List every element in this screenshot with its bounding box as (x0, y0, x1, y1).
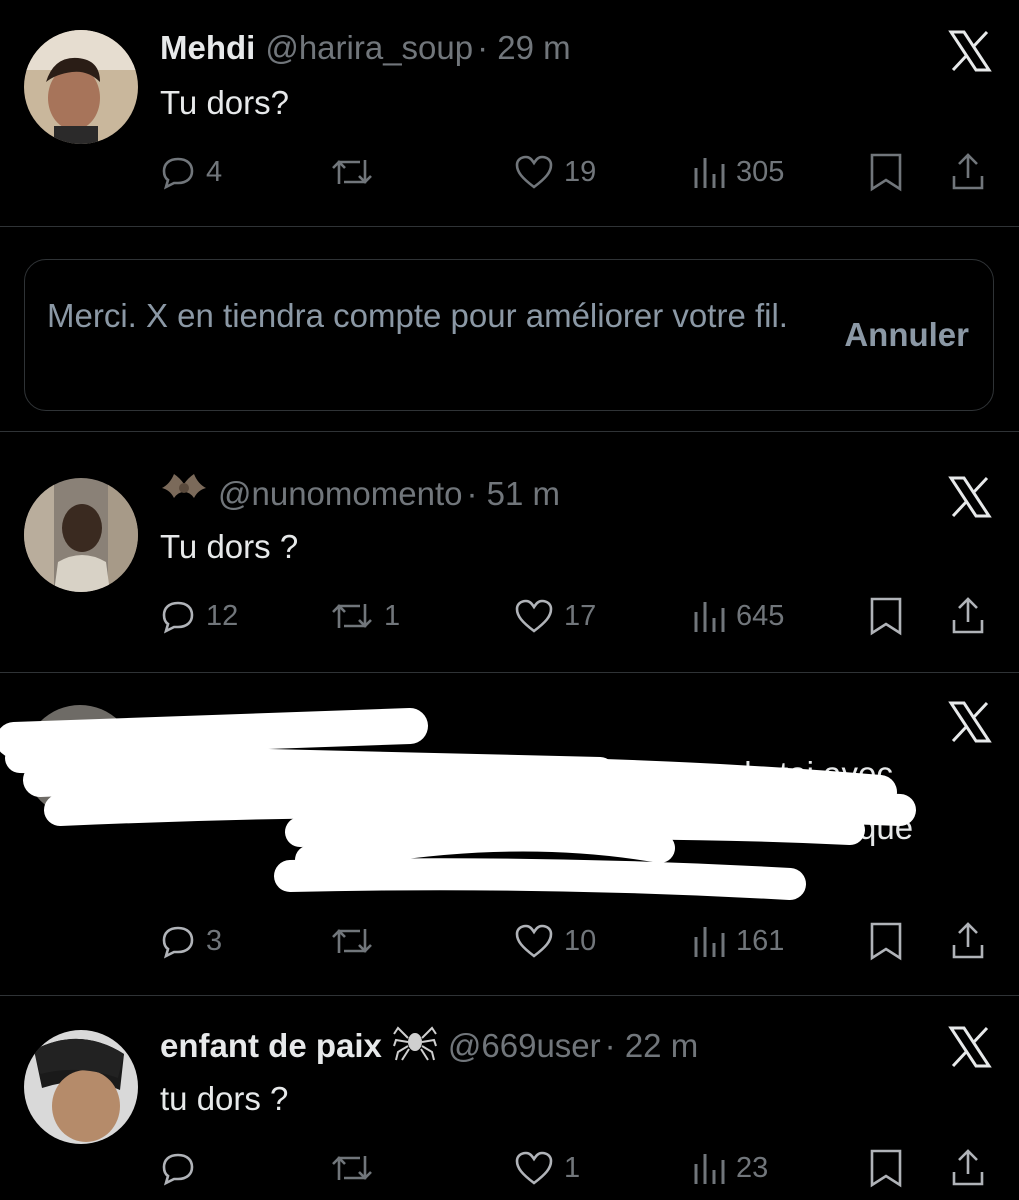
tweet-text: Tu dors ? (160, 528, 299, 565)
bat-emoji-icon (160, 468, 208, 520)
tweet-1[interactable]: Mehdi @harira_soup · 29 m Tu dors? 4 19 (0, 0, 1019, 226)
share-icon (952, 597, 984, 634)
like-icon (515, 599, 553, 633)
share-button[interactable] (950, 1146, 986, 1190)
like-icon (515, 1151, 553, 1185)
author-handle[interactable]: @harira_soup (265, 29, 473, 67)
reply-button[interactable]: 12 (160, 594, 238, 638)
tweet-header: Mehdi @harira_soup · 29 m (160, 26, 571, 70)
reply-icon (162, 157, 194, 190)
like-button[interactable]: 17 (514, 594, 596, 638)
undo-button[interactable]: Annuler (844, 316, 969, 354)
like-count: 10 (564, 924, 597, 957)
timestamp[interactable]: · 29 m (477, 29, 571, 67)
views-count: 23 (736, 1151, 769, 1184)
share-button[interactable] (950, 594, 986, 638)
like-count: 19 (564, 155, 597, 188)
reply-count: 12 (206, 599, 239, 632)
author-name[interactable]: enfant de paix (160, 1027, 382, 1065)
repost-button[interactable] (330, 150, 384, 194)
reply-icon (162, 926, 194, 959)
tweet-header: enfant de paix @669user · 22 m (160, 1024, 698, 1068)
feedback-banner: Merci. X en tiendra compte pour améliore… (24, 259, 994, 411)
timeline-feed: Mehdi @harira_soup · 29 m Tu dors? 4 19 (0, 0, 1019, 1200)
author-handle[interactable]: @nunomomento (218, 475, 462, 513)
x-logo-icon[interactable] (947, 28, 993, 74)
bookmark-button[interactable] (868, 1146, 904, 1190)
views-button[interactable]: 23 (692, 1146, 768, 1190)
views-count: 161 (736, 924, 785, 957)
bookmark-icon (870, 922, 902, 961)
like-count: 17 (564, 599, 597, 632)
x-logo-icon[interactable] (947, 474, 993, 520)
views-icon (694, 602, 725, 632)
bookmark-icon (870, 153, 902, 192)
reply-count: 3 (206, 924, 223, 957)
bookmark-button[interactable] (868, 919, 904, 963)
reply-count: 4 (206, 155, 223, 188)
repost-icon (332, 604, 372, 628)
share-icon (952, 1149, 984, 1186)
repost-button[interactable] (330, 919, 384, 963)
tweet-actions: 12 1 17 645 (160, 594, 1000, 638)
views-icon (694, 927, 725, 957)
tweet-header: @nunomomento · 51 m (160, 472, 560, 516)
divider (0, 226, 1019, 227)
reply-button[interactable]: 3 (160, 919, 222, 963)
views-icon (694, 158, 725, 188)
like-button[interactable]: 10 (514, 919, 596, 963)
feedback-message: Merci. X en tiendra compte pour améliore… (47, 297, 788, 334)
tweet-text: Tu dors? (160, 84, 290, 121)
x-logo-icon[interactable] (947, 1024, 993, 1070)
tweet-actions: 3 10 161 (160, 919, 1000, 963)
share-button[interactable] (950, 919, 986, 963)
reply-icon (162, 601, 194, 634)
repost-icon (332, 1156, 372, 1180)
timestamp[interactable]: · 22 m (605, 1027, 699, 1065)
spider-emoji-icon (392, 1020, 438, 1072)
avatar[interactable] (24, 478, 138, 592)
tweet-actions: 1 23 (160, 1146, 1000, 1190)
avatar[interactable] (24, 1030, 138, 1144)
views-count: 645 (736, 599, 785, 632)
share-icon (952, 153, 984, 190)
like-button[interactable]: 19 (514, 150, 596, 194)
repost-icon (332, 160, 372, 184)
bookmark-button[interactable] (868, 150, 904, 194)
reply-button[interactable]: 4 (160, 150, 222, 194)
views-button[interactable]: 645 (692, 594, 784, 638)
views-count: 305 (736, 155, 785, 188)
redaction-scribble (0, 708, 916, 900)
reply-button[interactable] (160, 1146, 206, 1190)
views-button[interactable]: 161 (692, 919, 784, 963)
like-button[interactable]: 1 (514, 1146, 580, 1190)
repost-icon (332, 929, 372, 953)
like-icon (515, 155, 553, 189)
share-icon (952, 922, 984, 959)
tweet-4[interactable]: enfant de paix @669user · 22 m tu dors ?… (0, 996, 1019, 1200)
like-count: 1 (564, 1151, 581, 1184)
tweet-2[interactable]: @nunomomento · 51 m Tu dors ? 12 1 17 64… (0, 432, 1019, 672)
share-button[interactable] (950, 150, 986, 194)
bookmark-icon (870, 597, 902, 636)
author-handle[interactable]: @669user (448, 1027, 601, 1065)
repost-count: 1 (384, 599, 401, 632)
tweet-text: tu dors ? (160, 1080, 289, 1117)
avatar[interactable] (24, 30, 138, 144)
reply-icon (162, 1153, 194, 1186)
tweet-actions: 4 19 305 (160, 150, 1000, 194)
views-icon (694, 1154, 725, 1184)
timestamp[interactable]: · 51 m (466, 475, 560, 513)
repost-button[interactable] (330, 1146, 384, 1190)
author-name[interactable]: Mehdi (160, 29, 255, 67)
views-button[interactable]: 305 (692, 150, 784, 194)
repost-button[interactable]: 1 (330, 594, 400, 638)
bookmark-icon (870, 1149, 902, 1188)
bookmark-button[interactable] (868, 594, 904, 638)
like-icon (515, 924, 553, 958)
